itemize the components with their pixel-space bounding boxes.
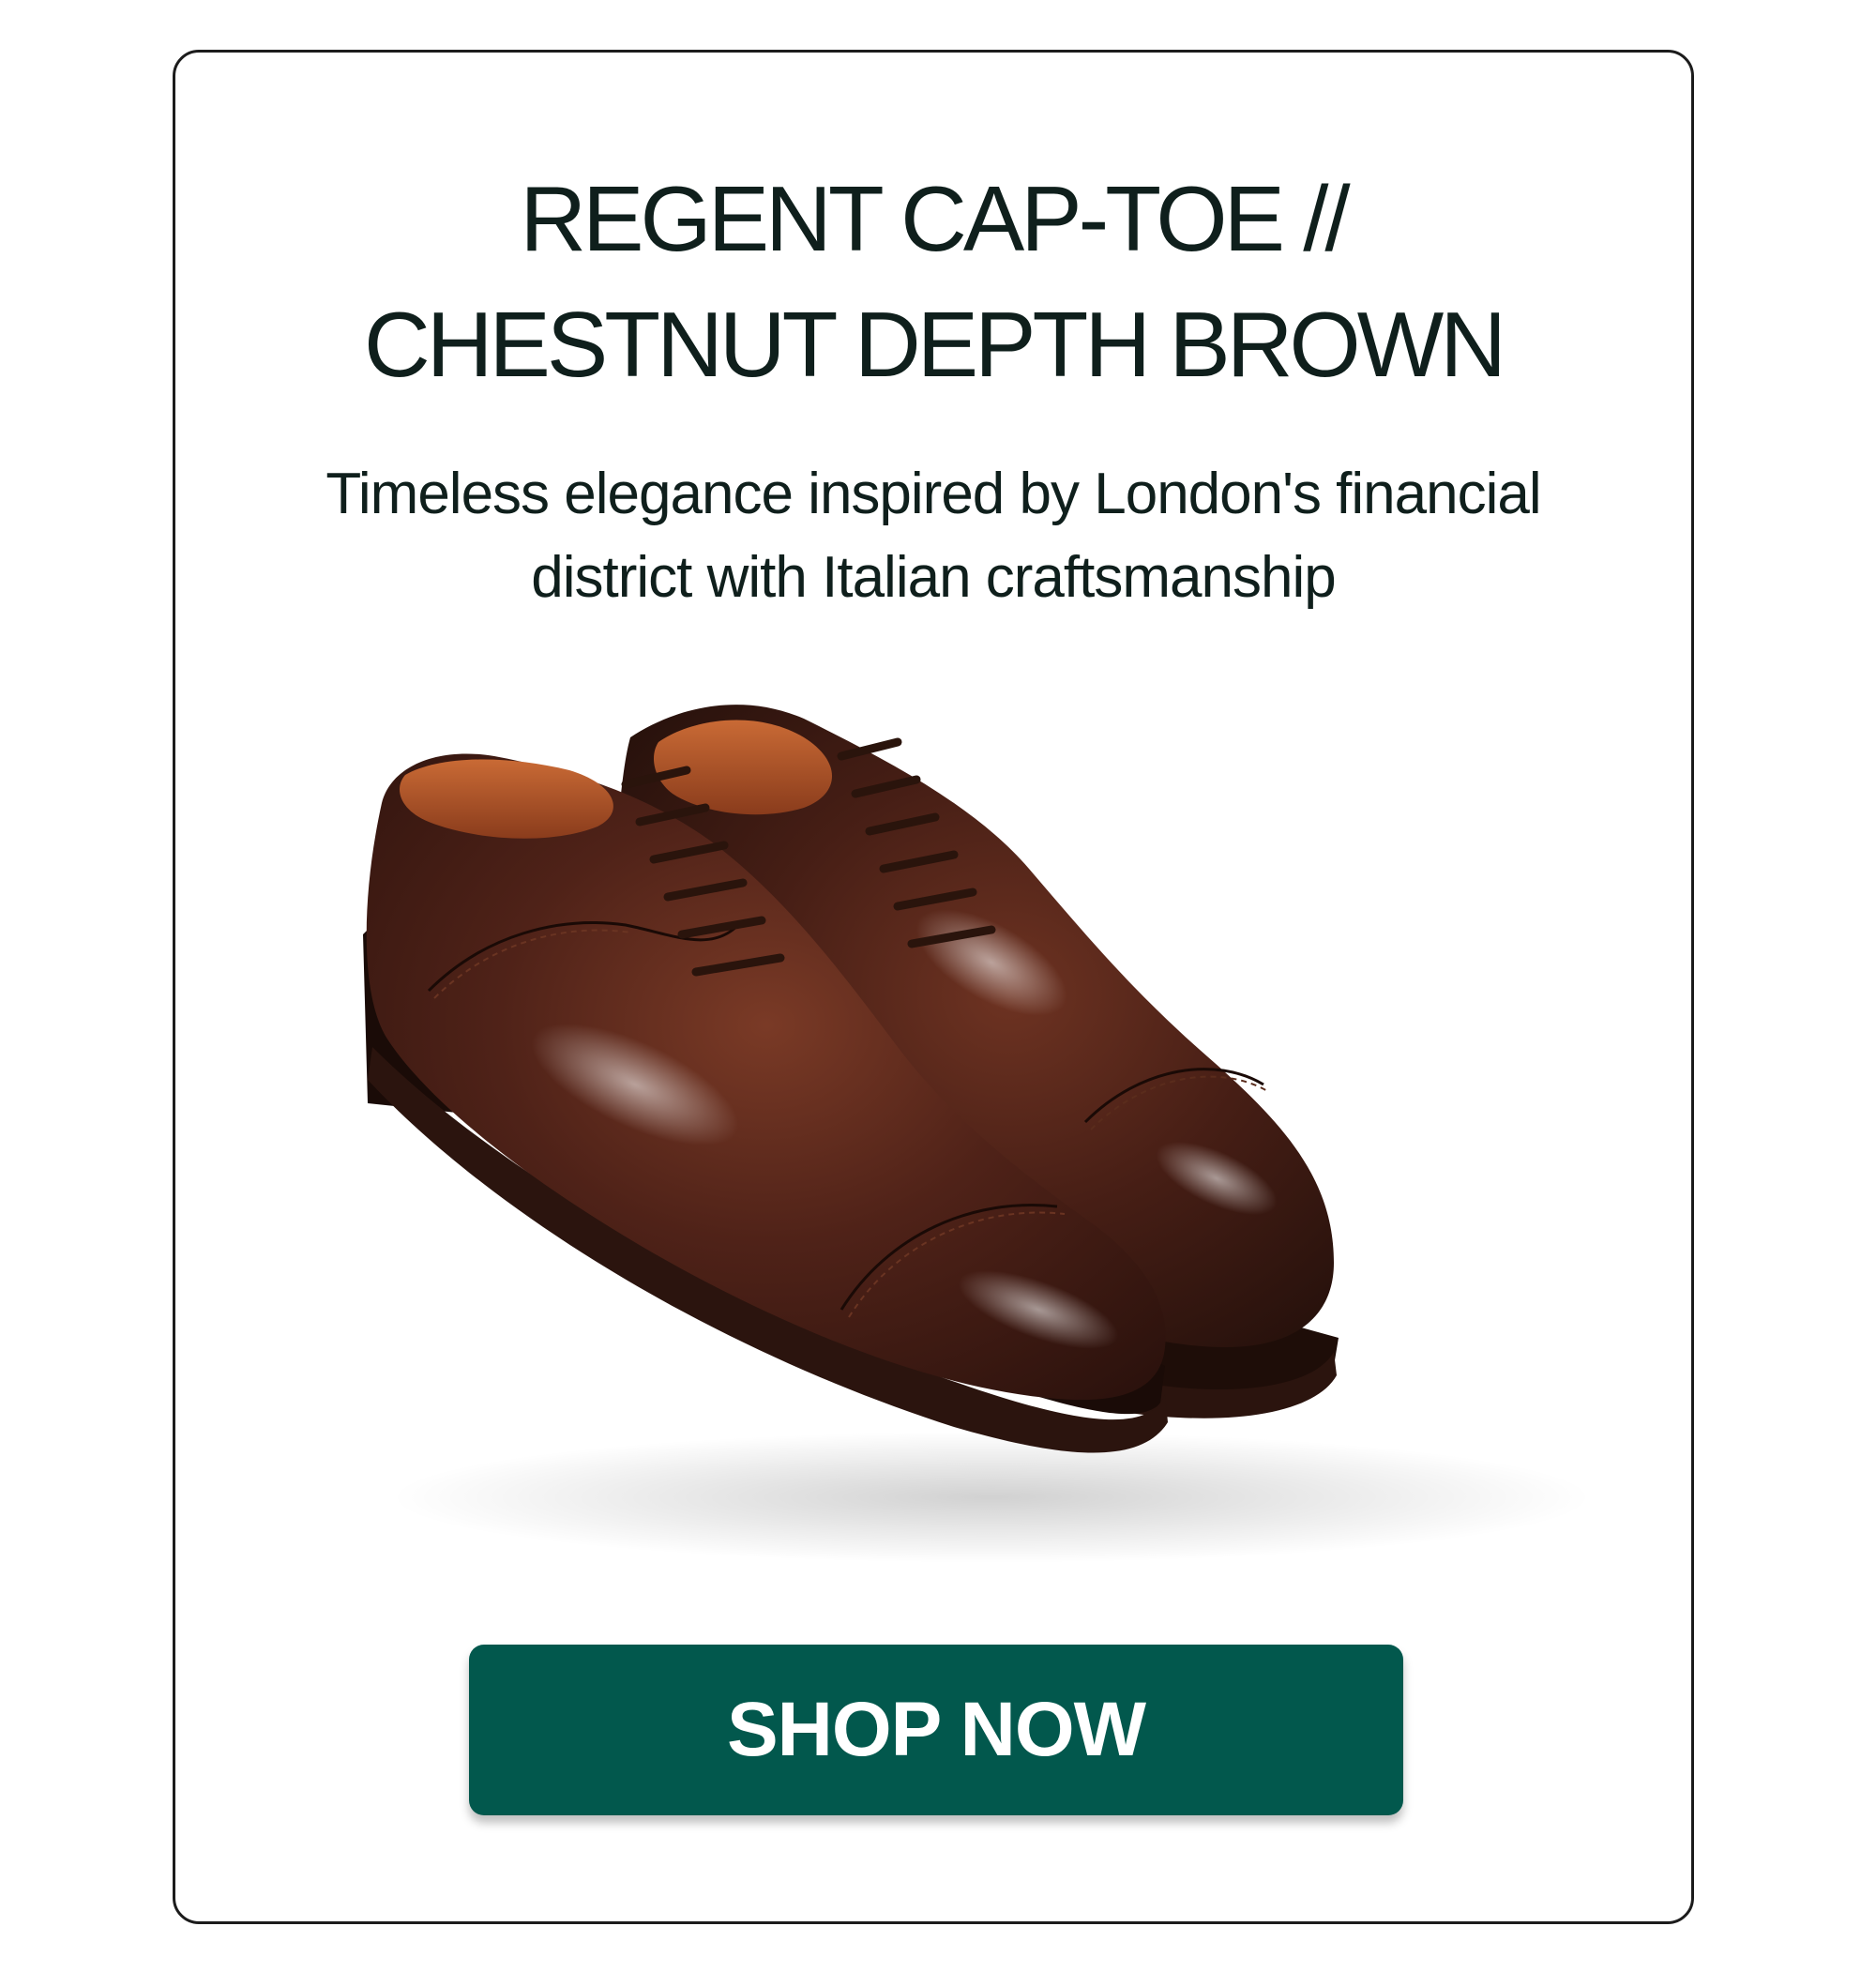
product-title: REGENT CAP-TOE // CHESTNUT DEPTH BROWN [175,156,1691,407]
product-description-line-2: district with Italian craftsmanship [531,545,1336,610]
product-description-line-1: Timeless elegance inspired by London's f… [325,462,1541,526]
product-card: REGENT CAP-TOE // CHESTNUT DEPTH BROWN T… [173,50,1694,1924]
product-image [363,705,1592,1563]
shop-now-button[interactable]: SHOP NOW [469,1645,1403,1815]
product-title-line-2: CHESTNUT DEPTH BROWN [363,293,1506,396]
product-description: Timeless elegance inspired by London's f… [232,452,1635,619]
product-title-line-1: REGENT CAP-TOE // [520,167,1350,270]
